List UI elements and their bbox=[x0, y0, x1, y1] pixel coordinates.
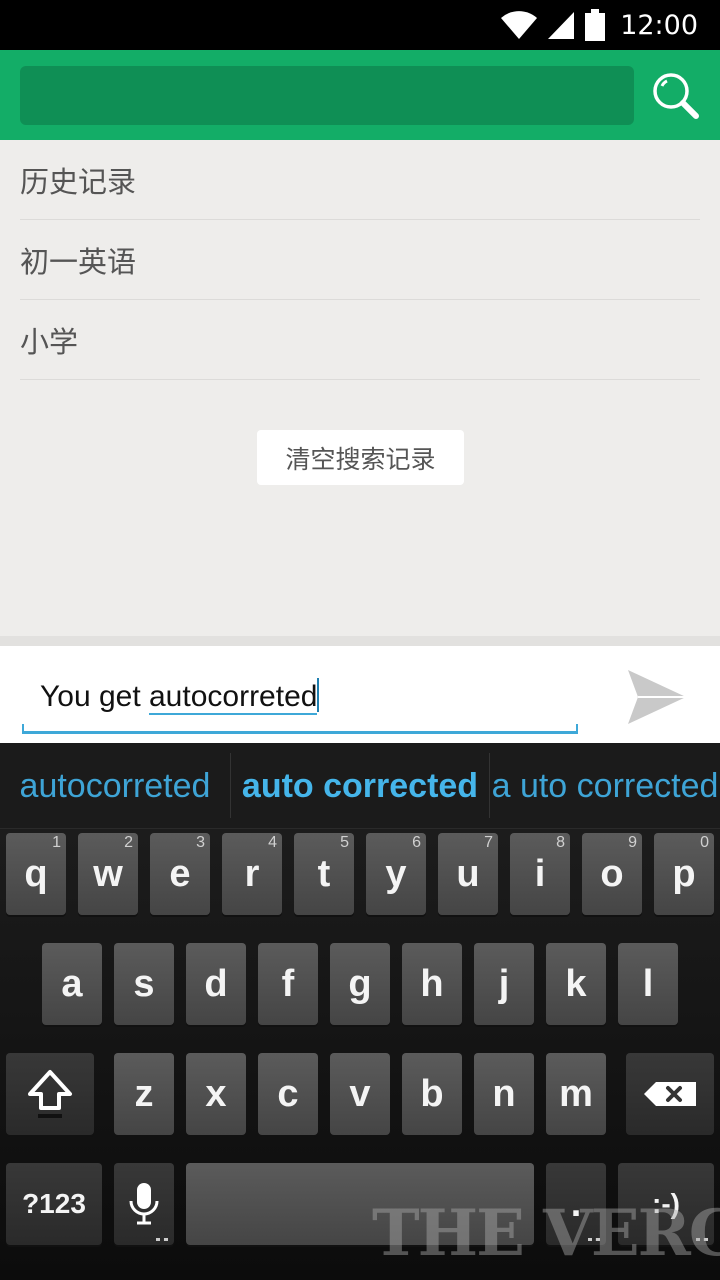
key-r[interactable]: r4 bbox=[222, 833, 282, 915]
key-k[interactable]: k bbox=[546, 943, 606, 1025]
voice-key[interactable] bbox=[114, 1163, 174, 1245]
symbols-key[interactable]: ?123 bbox=[6, 1163, 102, 1245]
key-label: r bbox=[244, 852, 260, 895]
key-v[interactable]: v bbox=[330, 1053, 390, 1135]
status-icons: 12:00 bbox=[500, 8, 698, 42]
more-dots bbox=[156, 1238, 168, 1241]
key-hint: 4 bbox=[268, 834, 277, 851]
send-button[interactable] bbox=[624, 664, 690, 730]
key-label: y bbox=[385, 852, 407, 895]
key-e[interactable]: e3 bbox=[150, 833, 210, 915]
shift-icon bbox=[28, 1070, 72, 1118]
input-underline bbox=[22, 724, 578, 734]
search-history: 历史记录 初一英语 小学 bbox=[20, 140, 700, 380]
shift-key[interactable] bbox=[6, 1053, 94, 1135]
search-input[interactable] bbox=[20, 66, 634, 125]
status-bar: 12:00 bbox=[0, 0, 720, 50]
text-caret bbox=[317, 678, 320, 712]
key-h[interactable]: h bbox=[402, 943, 462, 1025]
key-p[interactable]: p0 bbox=[654, 833, 714, 915]
key-hint: 5 bbox=[340, 834, 349, 851]
suggestion-3[interactable]: a uto corrected bbox=[490, 743, 720, 829]
key-t[interactable]: t5 bbox=[294, 833, 354, 915]
suggestion-2[interactable]: auto corrected bbox=[231, 743, 489, 829]
key-q[interactable]: q1 bbox=[6, 833, 66, 915]
key-w[interactable]: w2 bbox=[78, 833, 138, 915]
key-label: w bbox=[93, 852, 123, 895]
key-a[interactable]: a bbox=[42, 943, 102, 1025]
status-time: 12:00 bbox=[620, 9, 698, 41]
underlined-word: autocorreted bbox=[149, 680, 318, 715]
app-header bbox=[0, 50, 720, 140]
period-key[interactable]: . bbox=[546, 1163, 606, 1245]
key-label: :-) bbox=[652, 1188, 680, 1219]
key-hint: 8 bbox=[556, 834, 565, 851]
more-dots bbox=[588, 1238, 600, 1241]
key-label: i bbox=[534, 852, 546, 895]
key-label: . bbox=[570, 1182, 582, 1225]
key-s[interactable]: s bbox=[114, 943, 174, 1025]
suggestion-strip: autocorreted auto corrected a uto correc… bbox=[0, 743, 720, 829]
history-item[interactable]: 初一英语 bbox=[20, 220, 700, 300]
key-m[interactable]: m bbox=[546, 1053, 606, 1135]
clear-history-button[interactable]: 清空搜索记录 bbox=[257, 430, 464, 485]
key-l[interactable]: l bbox=[618, 943, 678, 1025]
key-x[interactable]: x bbox=[186, 1053, 246, 1135]
key-f[interactable]: f bbox=[258, 943, 318, 1025]
backspace-icon bbox=[644, 1082, 696, 1106]
key-u[interactable]: u7 bbox=[438, 833, 498, 915]
key-hint: 7 bbox=[484, 834, 493, 851]
key-o[interactable]: o9 bbox=[582, 833, 642, 915]
key-label: e bbox=[169, 852, 191, 895]
key-i[interactable]: i8 bbox=[510, 833, 570, 915]
key-j[interactable]: j bbox=[474, 943, 534, 1025]
search-icon bbox=[653, 73, 699, 119]
compose-bar: You get autocorreted bbox=[0, 636, 720, 743]
key-hint: 2 bbox=[124, 834, 133, 851]
key-label: q bbox=[24, 852, 48, 895]
key-hint: 6 bbox=[412, 834, 421, 851]
smiley-key[interactable]: :-) bbox=[618, 1163, 714, 1245]
wifi-icon bbox=[501, 11, 538, 39]
soft-keyboard: autocorreted auto corrected a uto correc… bbox=[0, 743, 720, 1280]
history-item[interactable]: 小学 bbox=[20, 300, 700, 380]
key-label: p bbox=[672, 852, 696, 895]
key-label: u bbox=[456, 852, 480, 895]
battery-icon bbox=[585, 9, 606, 41]
key-label: o bbox=[600, 852, 624, 895]
microphone-icon bbox=[129, 1183, 159, 1225]
key-y[interactable]: y6 bbox=[366, 833, 426, 915]
key-g[interactable]: g bbox=[330, 943, 390, 1025]
search-button[interactable] bbox=[650, 70, 702, 122]
key-hint: 9 bbox=[628, 834, 637, 851]
message-text: You get bbox=[40, 680, 149, 713]
backspace-key[interactable] bbox=[626, 1053, 714, 1135]
key-d[interactable]: d bbox=[186, 943, 246, 1025]
key-n[interactable]: n bbox=[474, 1053, 534, 1135]
key-b[interactable]: b bbox=[402, 1053, 462, 1135]
space-key[interactable] bbox=[186, 1163, 534, 1245]
history-title: 历史记录 bbox=[20, 140, 700, 220]
key-hint: 1 bbox=[52, 834, 61, 851]
more-dots bbox=[696, 1238, 708, 1241]
key-z[interactable]: z bbox=[114, 1053, 174, 1135]
key-label: t bbox=[317, 852, 331, 895]
key-hint: 0 bbox=[700, 834, 709, 851]
send-icon bbox=[628, 670, 686, 724]
key-c[interactable]: c bbox=[258, 1053, 318, 1135]
signal-icon bbox=[548, 12, 575, 39]
suggestion-1[interactable]: autocorreted bbox=[0, 743, 230, 829]
message-input[interactable]: You get autocorreted bbox=[40, 678, 320, 715]
key-hint: 3 bbox=[196, 834, 205, 851]
